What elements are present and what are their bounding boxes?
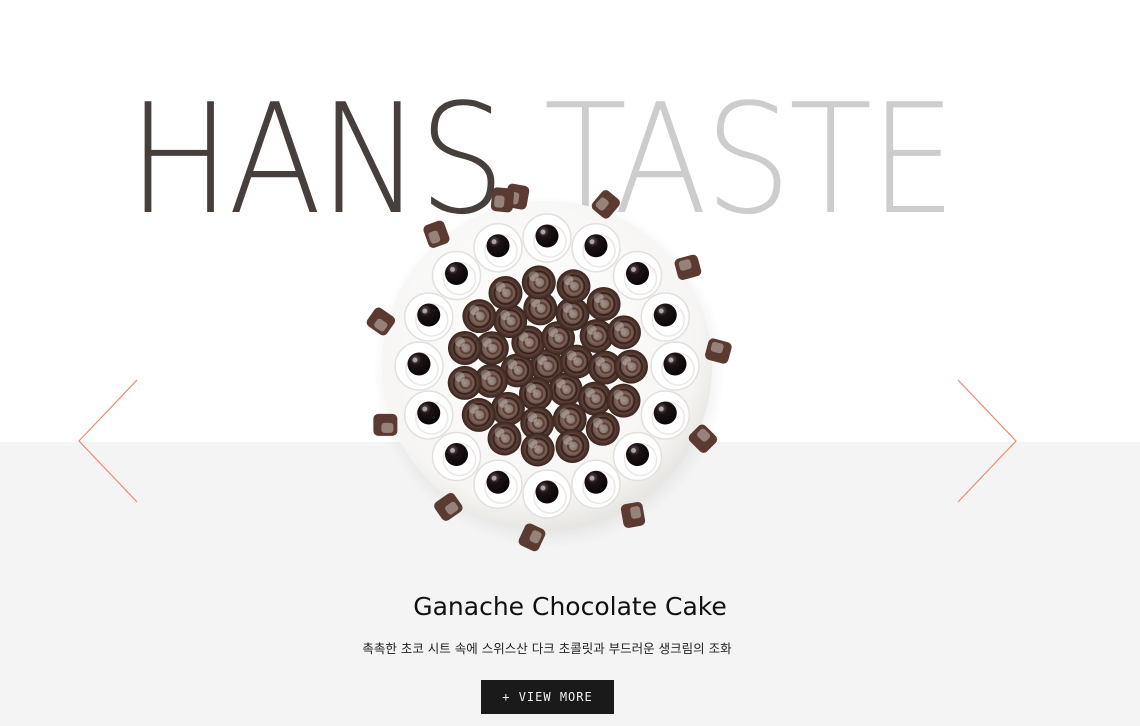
cake-illustration — [366, 183, 732, 552]
slider-prev-button[interactable] — [76, 378, 140, 504]
product-description: 촉촉한 초코 시트 속에 스위스산 다크 초콜릿과 부드러운 생크림의 조화 — [362, 641, 732, 656]
chevron-right-icon — [957, 379, 1017, 503]
slider-next-button[interactable] — [955, 378, 1019, 504]
product-name: Ganache Chocolate Cake — [413, 592, 727, 621]
view-more-button[interactable]: + VIEW MORE — [481, 680, 614, 714]
chevron-left-icon — [78, 379, 138, 503]
cake-image — [352, 176, 742, 556]
